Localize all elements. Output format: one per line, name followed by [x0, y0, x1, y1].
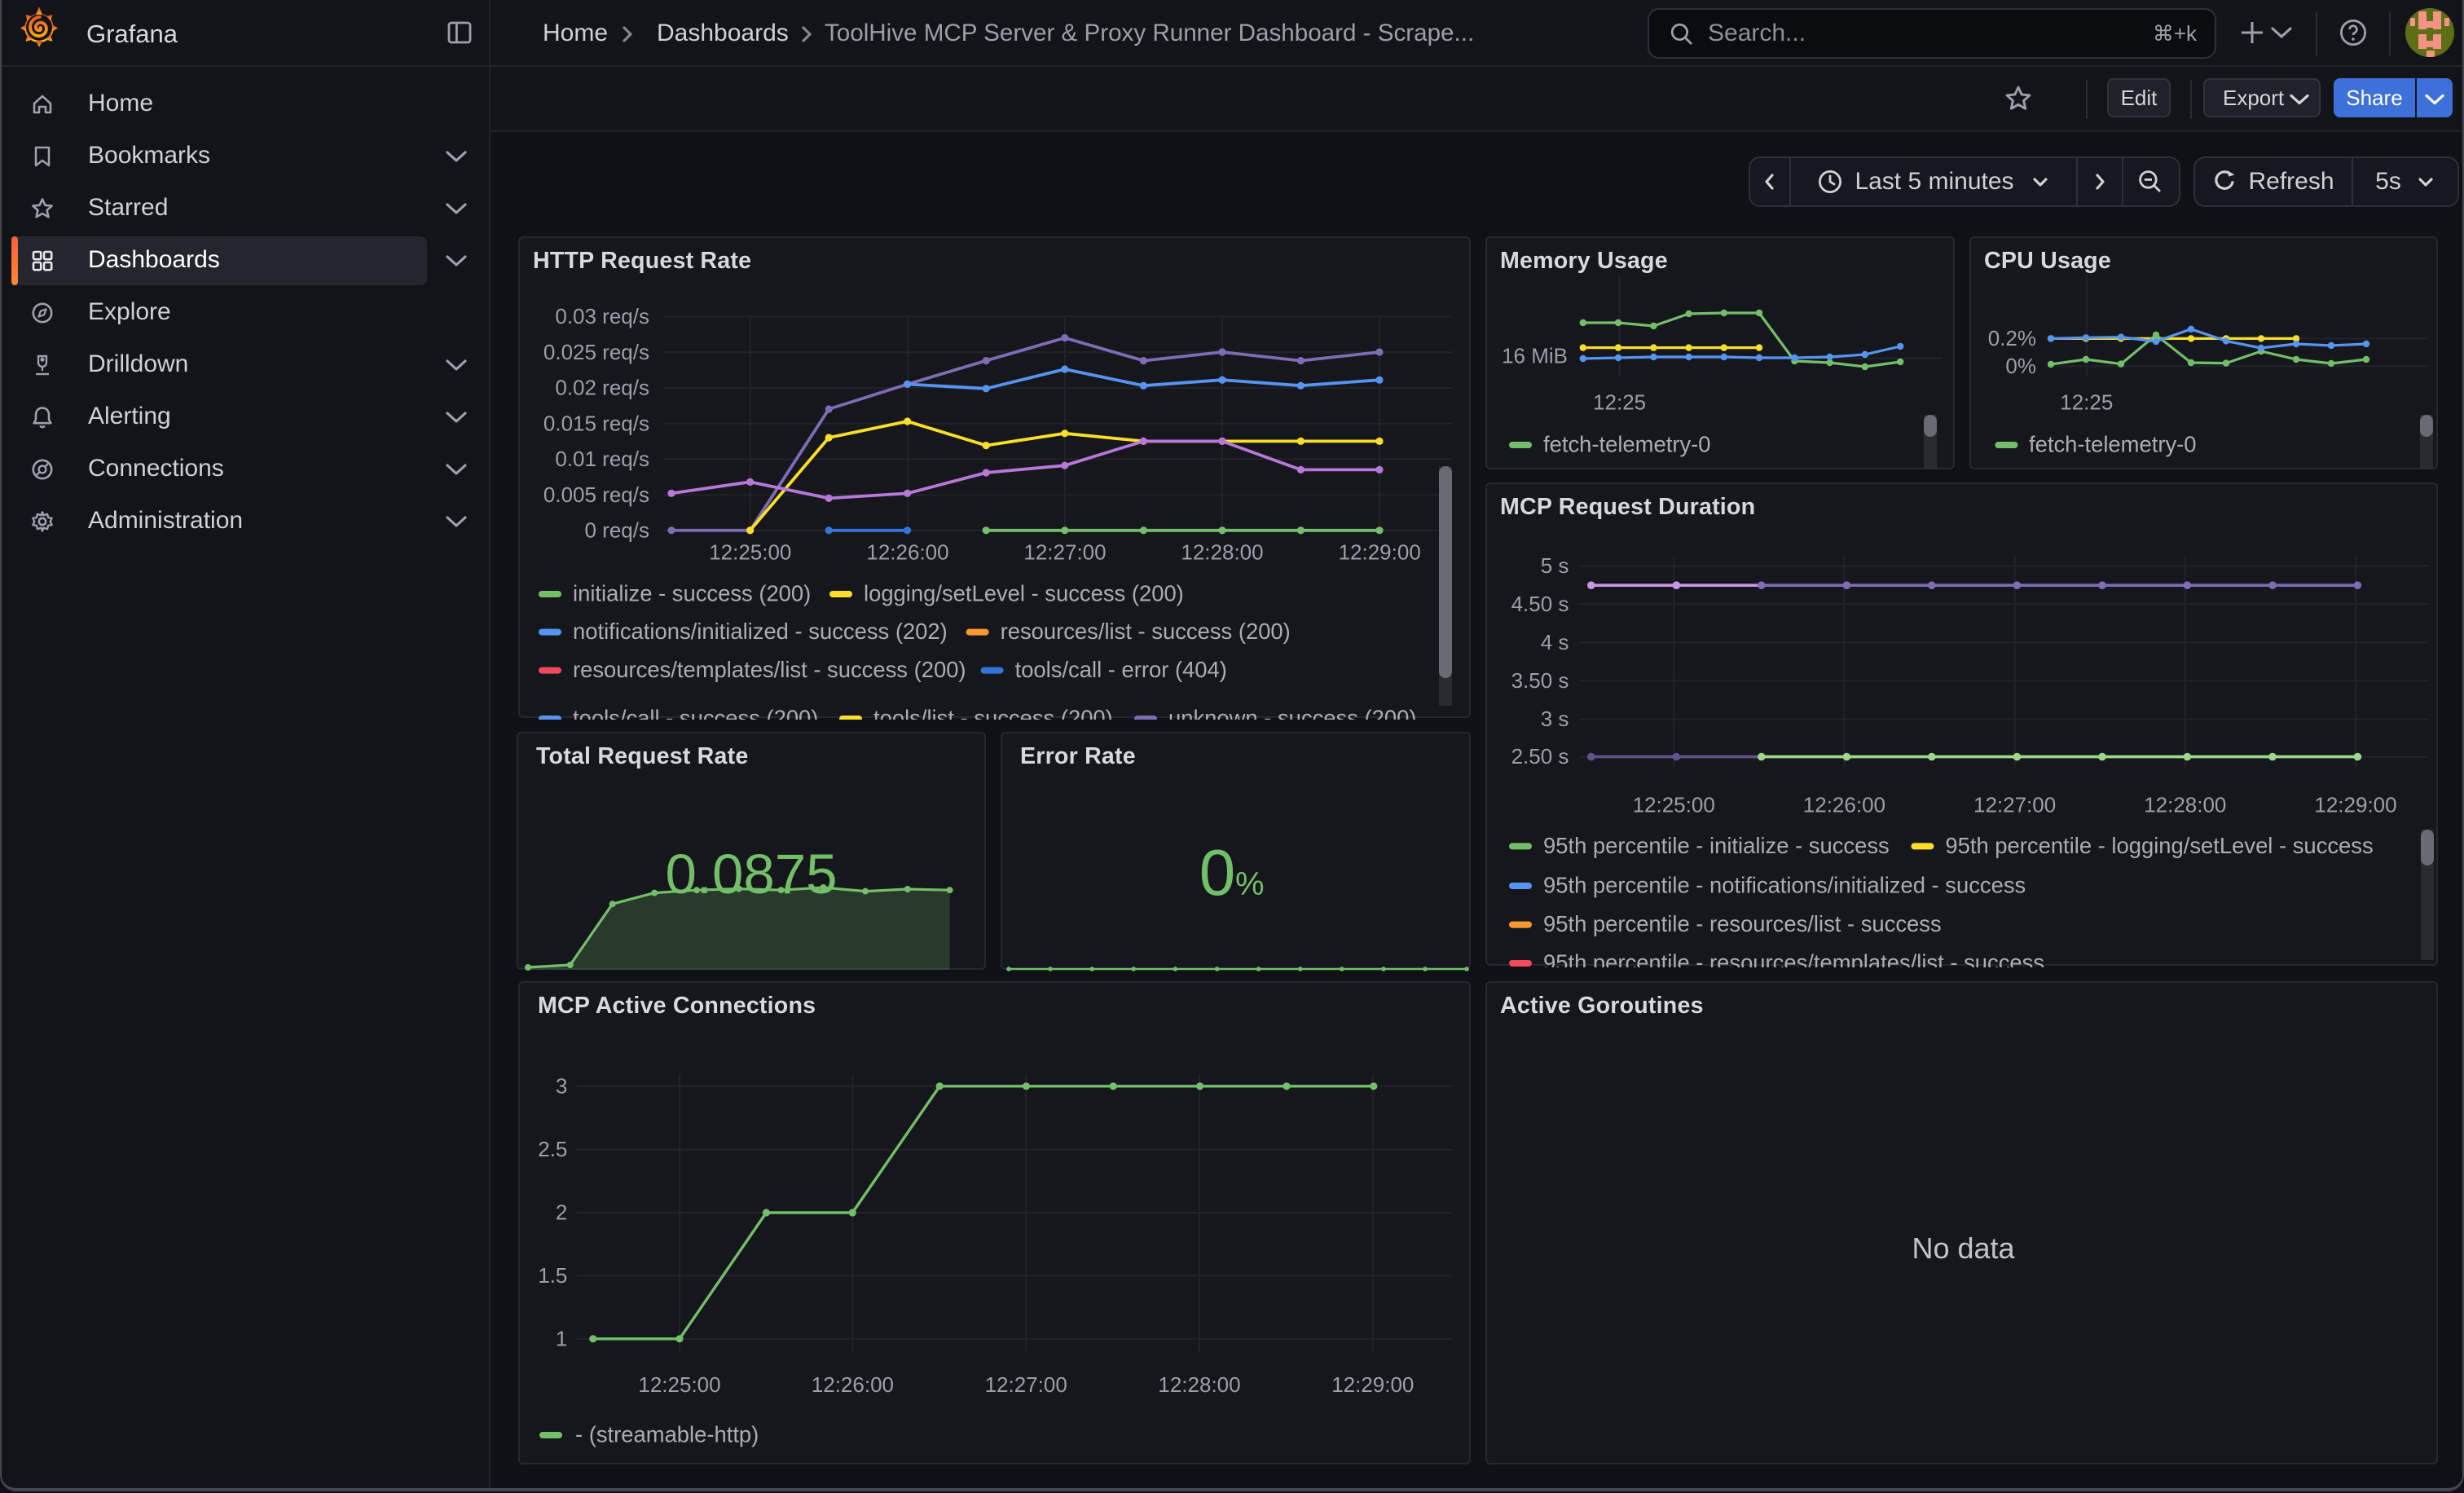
svg-text:0.025 req/s: 0.025 req/s [543, 340, 649, 364]
svg-text:0: 0 [1199, 836, 1236, 909]
svg-text:12:27:00: 12:27:00 [985, 1372, 1067, 1397]
svg-text:12:28:00: 12:28:00 [1158, 1372, 1240, 1397]
svg-text:0 req/s: 0 req/s [585, 517, 650, 542]
svg-text:5 s: 5 s [1541, 553, 1569, 578]
svg-text:95th percentile - resources/te: 95th percentile - resources/templates/li… [1543, 950, 2044, 967]
svg-text:12:28:00: 12:28:00 [2144, 793, 2226, 817]
svg-text:0.02 req/s: 0.02 req/s [555, 376, 649, 400]
svg-text:12:25:00: 12:25:00 [709, 540, 791, 565]
svg-text:95th percentile - resources/li: 95th percentile - resources/list - succe… [1543, 911, 1942, 936]
svg-text:resources/templates/list - suc: resources/templates/list - success (200) [573, 657, 966, 682]
svg-text:0.2%: 0.2% [1988, 326, 2036, 350]
svg-text:12:26:00: 12:26:00 [812, 1372, 894, 1397]
svg-text:0.015 req/s: 0.015 req/s [543, 411, 649, 435]
svg-text:0.0875: 0.0875 [665, 843, 837, 905]
svg-text:3.50 s: 3.50 s [1511, 668, 1569, 693]
svg-text:12:25:00: 12:25:00 [638, 1372, 720, 1397]
svg-text:2.50 s: 2.50 s [1511, 744, 1569, 769]
svg-text:12:26:00: 12:26:00 [1803, 793, 1885, 817]
svg-text:2.5: 2.5 [538, 1137, 567, 1161]
svg-text:logging/setLevel - success (20: logging/setLevel - success (200) [864, 581, 1184, 606]
svg-text:No data: No data [1912, 1231, 2015, 1265]
svg-text:1.5: 1.5 [538, 1263, 567, 1288]
svg-text:0.005 req/s: 0.005 req/s [543, 482, 649, 507]
svg-text:16 MiB: 16 MiB [1502, 344, 1568, 368]
svg-text:3: 3 [556, 1073, 567, 1098]
svg-text:95th percentile - logging/setL: 95th percentile - logging/setLevel - suc… [1945, 833, 2373, 858]
svg-text:- (streamable-http): - (streamable-http) [575, 1422, 759, 1447]
svg-text:0.03 req/s: 0.03 req/s [555, 304, 649, 328]
svg-text:tools/call - error (404): tools/call - error (404) [1015, 657, 1227, 682]
svg-text:resources/list - success (200): resources/list - success (200) [1001, 619, 1291, 644]
svg-text:fetch-telemetry-0: fetch-telemetry-0 [2029, 432, 2197, 457]
svg-text:initialize - success (200): initialize - success (200) [573, 581, 811, 606]
svg-text:fetch-telemetry-0: fetch-telemetry-0 [1543, 432, 1711, 457]
svg-text:0%: 0% [2005, 354, 2036, 378]
svg-text:3 s: 3 s [1541, 707, 1569, 731]
svg-text:12:26:00: 12:26:00 [866, 540, 948, 565]
svg-text:95th percentile - initialize -: 95th percentile - initialize - success [1543, 833, 1890, 858]
svg-text:tools/call - success (200): tools/call - success (200) [573, 706, 818, 720]
svg-text:12:25: 12:25 [1593, 390, 1646, 415]
svg-text:95th percentile - notification: 95th percentile - notifications/initiali… [1543, 873, 2026, 898]
svg-text:12:25:00: 12:25:00 [1633, 793, 1715, 817]
svg-text:12:29:00: 12:29:00 [1331, 1372, 1414, 1397]
svg-text:0.01 req/s: 0.01 req/s [555, 447, 649, 471]
svg-text:12:25: 12:25 [2060, 390, 2113, 415]
svg-text:4 s: 4 s [1541, 630, 1569, 654]
svg-text:4.50 s: 4.50 s [1511, 592, 1569, 616]
svg-text:notifications/initialized - su: notifications/initialized - success (202… [573, 619, 948, 644]
svg-text:12:27:00: 12:27:00 [1973, 793, 2056, 817]
svg-text:2: 2 [556, 1200, 567, 1225]
svg-text:tools/list - success (200): tools/list - success (200) [873, 706, 1113, 720]
svg-text:1: 1 [556, 1326, 567, 1350]
svg-text:12:27:00: 12:27:00 [1023, 540, 1106, 565]
svg-text:12:29:00: 12:29:00 [2314, 793, 2396, 817]
svg-text:12:29:00: 12:29:00 [1339, 540, 1421, 565]
svg-text:%: % [1235, 866, 1265, 902]
svg-text:12:28:00: 12:28:00 [1181, 540, 1263, 565]
svg-text:unknown - success (200): unknown - success (200) [1168, 706, 1416, 720]
